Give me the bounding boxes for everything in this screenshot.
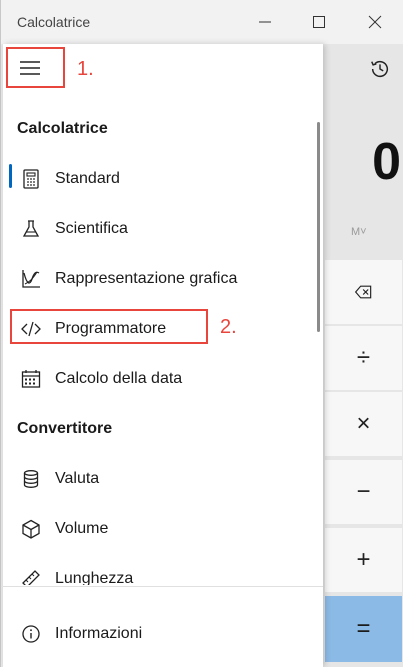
drawer-scrollbar[interactable] bbox=[317, 122, 320, 332]
nav-item-scientific[interactable]: Scientifica bbox=[9, 209, 309, 249]
annotation-box-menu bbox=[6, 47, 65, 88]
section-header-calculator: Calcolatrice bbox=[17, 120, 108, 137]
backspace-key[interactable] bbox=[325, 260, 402, 324]
divide-key[interactable]: ÷ bbox=[325, 326, 402, 390]
close-icon bbox=[368, 15, 382, 29]
nav-item-graphing[interactable]: Rappresentazione grafica bbox=[9, 259, 309, 299]
cube-icon bbox=[17, 515, 45, 543]
nav-label-currency: Valuta bbox=[55, 470, 100, 487]
multiply-key[interactable]: × bbox=[325, 392, 402, 456]
annotation-step-2: 2. bbox=[220, 316, 237, 338]
nav-label-scientific: Scientifica bbox=[55, 220, 128, 237]
nav-label-standard: Standard bbox=[55, 170, 120, 187]
close-button[interactable] bbox=[347, 0, 403, 44]
nav-item-length[interactable]: Lunghezza bbox=[9, 559, 309, 585]
nav-item-currency[interactable]: Valuta bbox=[9, 459, 309, 499]
add-key[interactable]: + bbox=[325, 528, 402, 592]
info-icon bbox=[17, 620, 45, 648]
nav-item-volume[interactable]: Volume bbox=[9, 509, 309, 549]
calculator-window: Calcolatrice 0 M˅ ÷ × − + = Calcolatrice… bbox=[0, 0, 403, 667]
maximize-icon bbox=[313, 16, 325, 28]
nav-item-standard[interactable]: Standard bbox=[9, 159, 309, 199]
nav-label-volume: Volume bbox=[55, 520, 109, 537]
coins-icon bbox=[17, 465, 45, 493]
backspace-icon bbox=[354, 285, 371, 299]
calendar-icon bbox=[17, 365, 45, 393]
calculator-icon bbox=[17, 165, 45, 193]
equals-key[interactable]: = bbox=[325, 596, 402, 662]
ruler-icon bbox=[17, 565, 45, 585]
nav-label-about: Informazioni bbox=[55, 625, 143, 642]
subtract-key[interactable]: − bbox=[325, 460, 402, 524]
display-value: 0 bbox=[372, 133, 401, 191]
minimize-button[interactable] bbox=[237, 0, 293, 44]
nav-label-graphing: Rappresentazione grafica bbox=[55, 270, 238, 287]
graph-icon bbox=[17, 265, 45, 293]
footer-divider bbox=[3, 586, 323, 587]
navigation-drawer: Calcolatrice Standard Scientifica Rappre… bbox=[3, 44, 323, 667]
flask-icon bbox=[17, 215, 45, 243]
annotation-box-programmer bbox=[10, 309, 208, 344]
nav-item-date[interactable]: Calcolo della data bbox=[9, 359, 309, 399]
history-button[interactable] bbox=[363, 54, 397, 84]
section-header-converter: Convertitore bbox=[17, 420, 113, 437]
nav-label-date: Calcolo della data bbox=[55, 370, 183, 387]
history-icon bbox=[371, 61, 389, 78]
title-bar: Calcolatrice bbox=[1, 0, 403, 44]
minimize-icon bbox=[259, 21, 271, 23]
nav-label-length: Lunghezza bbox=[55, 570, 134, 585]
window-title: Calcolatrice bbox=[17, 14, 91, 30]
memory-button[interactable]: M˅ bbox=[351, 226, 367, 238]
nav-item-about[interactable]: Informazioni bbox=[9, 614, 309, 654]
maximize-button[interactable] bbox=[291, 0, 347, 44]
annotation-step-1: 1. bbox=[77, 58, 94, 80]
